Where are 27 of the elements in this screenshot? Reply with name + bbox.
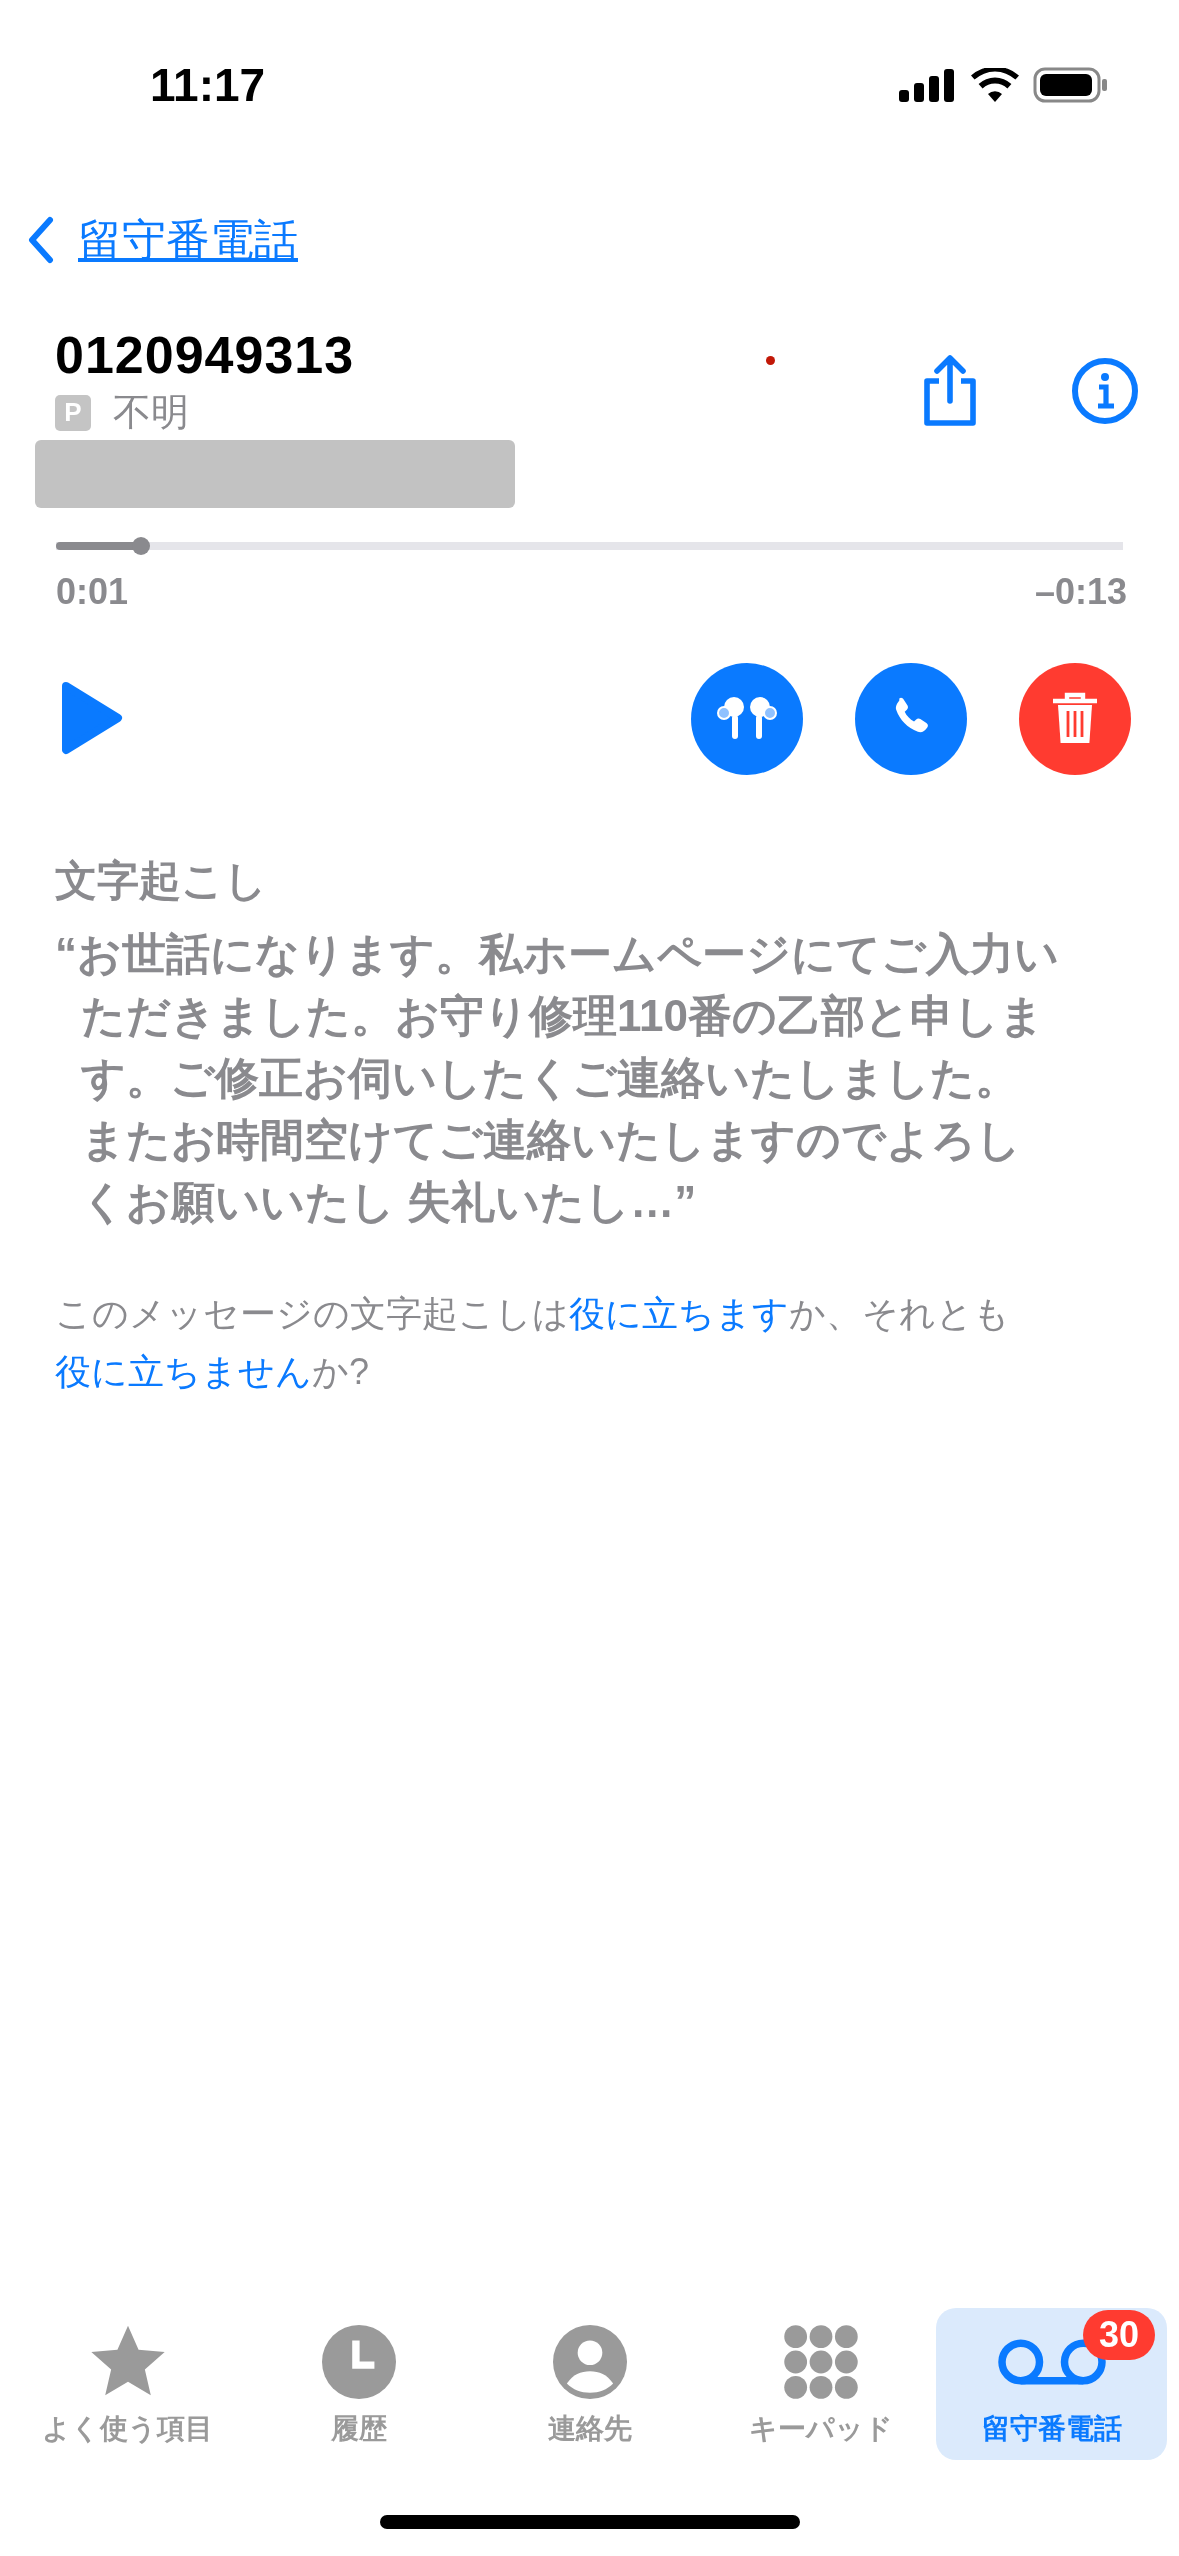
tab-item[interactable]: 連絡先 [474,2308,705,2460]
feedback-link[interactable]: 役に立ちません [55,1351,312,1392]
feedback-prompt: このメッセージの文字起こしは役に立ちますか、それとも 役に立ちませんか? [55,1292,1011,1394]
recording-dot [766,356,775,365]
tab-item[interactable]: 留守番電話 30 [936,2308,1167,2460]
person-icon [552,2325,627,2399]
count-badge: 30 [1082,2310,1155,2360]
transcription-text: “お世話になります。私ホームページにてご入力いただきました。お守り修理110番の乙部と申します。ご修正お伺いしたくご連絡いたしました。またお時間空けてご連絡いたしますのでよろしくお願いいたし 失礼いたし…” [55,928,1060,1228]
tab-item[interactable]: キーパッド [705,2308,936,2460]
wifi-icon [971,68,1019,102]
signal-icon [899,68,957,102]
remaining-time: –0:13 [1034,571,1127,613]
caller-label: 不明 [113,390,189,435]
caller-number: 0120949313 [55,325,355,385]
back-button[interactable]: 留守番電話 [28,210,298,270]
elapsed-time: 0:01 [56,571,129,613]
chevron-left-icon [28,216,54,264]
clock-icon [321,2325,396,2399]
transcription-heading: 文字起こし [55,856,268,906]
info-icon[interactable] [1071,356,1139,425]
battery-icon [1033,67,1109,103]
caller-badge: P [55,394,91,431]
feedback-link[interactable]: 役に立ちます [569,1293,789,1334]
status-time: 11:17 [150,58,266,112]
tab-item[interactable]: よく使う項目 [12,2308,243,2460]
tab-item[interactable]: 履歴 [243,2308,474,2460]
keypad-icon [782,2324,859,2400]
